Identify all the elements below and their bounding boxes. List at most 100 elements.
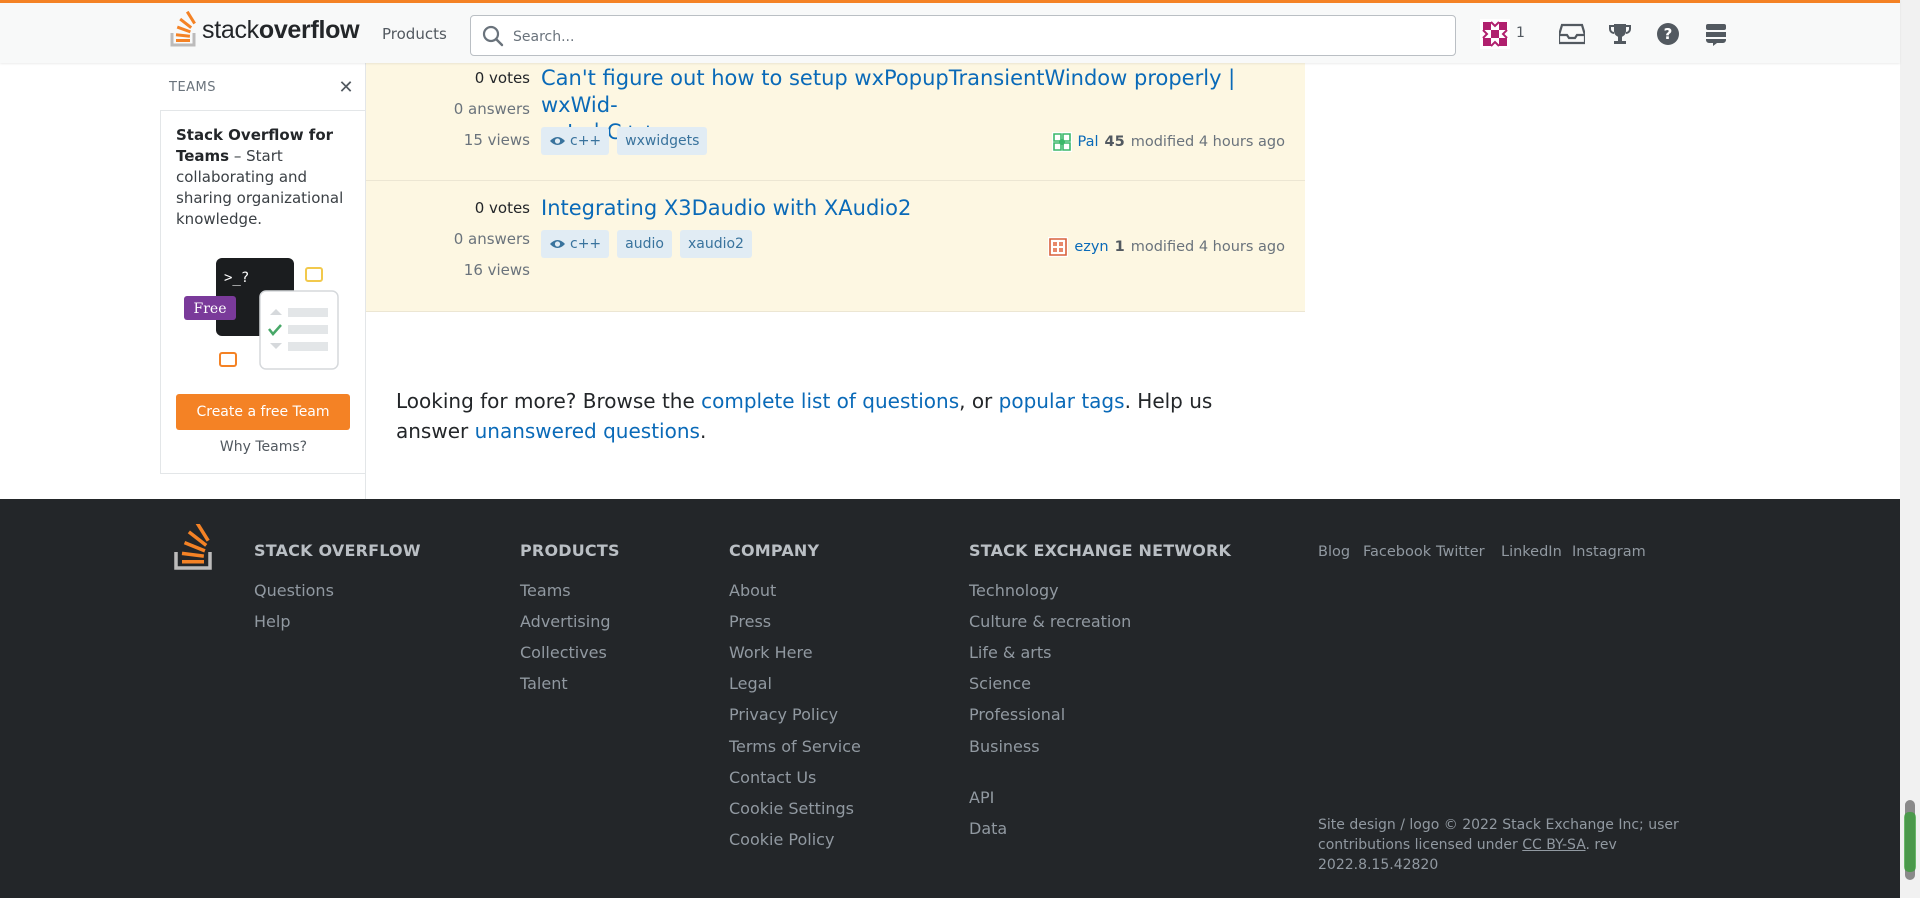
- footer-col-title[interactable]: STACK OVERFLOW: [254, 541, 421, 560]
- teams-heading: TEAMS: [169, 80, 217, 95]
- inbox-icon-glyph: [1559, 23, 1585, 45]
- looking-for-more: Looking for more? Browse the complete li…: [396, 386, 1276, 446]
- footer-link[interactable]: Terms of Service: [729, 737, 861, 756]
- create-free-team-button[interactable]: Create a free Team: [176, 394, 350, 430]
- user-name-link[interactable]: ezyn: [1074, 239, 1108, 255]
- complete-questions-link[interactable]: complete list of questions: [701, 389, 959, 413]
- watched-eye-icon: [550, 240, 565, 248]
- footer-link[interactable]: Science: [969, 674, 1031, 693]
- footer-logo-icon[interactable]: [173, 524, 215, 572]
- tag-label: c++: [570, 236, 602, 252]
- question-tags: c++ audio xaudio2: [541, 230, 752, 258]
- page-scrollbar[interactable]: [1900, 0, 1920, 898]
- tag-xaudio2[interactable]: xaudio2: [679, 230, 752, 258]
- scrollbar-thumb-highlight: [1904, 812, 1916, 872]
- footer-link[interactable]: Collectives: [520, 643, 607, 662]
- footer-link[interactable]: Advertising: [520, 612, 611, 631]
- stackoverflow-logo[interactable]: stackoverflow: [168, 11, 360, 49]
- footer-link[interactable]: Life & arts: [969, 643, 1051, 662]
- footer-social-link[interactable]: LinkedIn: [1501, 544, 1562, 560]
- vote-count: 0 votes: [474, 69, 530, 87]
- teams-promo-card: Stack Overflow for Teams – Start collabo…: [160, 110, 365, 474]
- tag-audio[interactable]: audio: [617, 230, 672, 258]
- activity-time[interactable]: modified 4 hours ago: [1131, 239, 1285, 255]
- footer-link[interactable]: Data: [969, 819, 1007, 838]
- teams-illustration: >_? Free: [184, 258, 339, 370]
- footer-link[interactable]: Teams: [520, 581, 571, 600]
- logo-text: stackoverflow: [202, 15, 360, 44]
- footer-link[interactable]: Contact Us: [729, 768, 816, 787]
- close-icon[interactable]: ✕: [336, 78, 356, 98]
- question-title-link[interactable]: Integrating X3Daudio with XAudio2: [541, 195, 1261, 222]
- copyright-line: Site design / logo © 2022 Stack Exchange…: [1318, 817, 1679, 833]
- search-input[interactable]: [511, 16, 1445, 57]
- inbox-icon[interactable]: [1557, 19, 1587, 49]
- footer-social-link[interactable]: Twitter: [1436, 544, 1485, 560]
- products-nav-link[interactable]: Products: [382, 25, 447, 43]
- svg-text:?: ?: [1664, 25, 1673, 43]
- tag-cpp[interactable]: c++: [541, 127, 610, 155]
- view-count: 16 views: [463, 261, 530, 279]
- footer-link[interactable]: Business: [969, 737, 1040, 756]
- activity-time[interactable]: modified 4 hours ago: [1131, 134, 1285, 150]
- teams-promo-text: Stack Overflow for Teams – Start collabo…: [176, 125, 354, 230]
- view-count: 15 views: [463, 131, 530, 149]
- tag-label: c++: [570, 133, 602, 149]
- footer-link[interactable]: Talent: [520, 674, 568, 693]
- footer-link[interactable]: Press: [729, 612, 771, 631]
- user-avatar-icon[interactable]: [1048, 237, 1069, 257]
- question-user-card: ezyn 1 modified 4 hours ago: [1048, 237, 1285, 257]
- trophy-icon: [1609, 24, 1631, 44]
- user-reputation: 1: [1114, 239, 1125, 255]
- user-avatar[interactable]: [1480, 19, 1510, 49]
- footer-link[interactable]: Work Here: [729, 643, 813, 662]
- footer-social-link[interactable]: Instagram: [1572, 544, 1646, 560]
- footer-col-title[interactable]: STACK EXCHANGE NETWORK: [969, 541, 1231, 560]
- unanswered-questions-link[interactable]: unanswered questions: [475, 419, 700, 443]
- site-footer: STACK OVERFLOW Questions Help PRODUCTS T…: [0, 499, 1900, 898]
- footer-link[interactable]: Technology: [969, 581, 1059, 600]
- question-circle-icon: ?: [1657, 23, 1679, 45]
- watched-eye-icon: [550, 137, 565, 145]
- footer-col-title[interactable]: COMPANY: [729, 541, 819, 560]
- stack-exchange-icon: [1706, 24, 1726, 46]
- license-link[interactable]: CC BY-SA: [1522, 837, 1585, 853]
- search-icon: [482, 25, 504, 47]
- more-text: .: [699, 419, 707, 443]
- footer-col-title[interactable]: PRODUCTS: [520, 541, 620, 560]
- answer-count: 0 answers: [453, 100, 530, 118]
- copyright-text: contributions licensed under: [1318, 837, 1523, 853]
- footer-social-link[interactable]: Facebook: [1363, 544, 1431, 560]
- tag-wxwidgets[interactable]: wxwidgets: [617, 127, 708, 155]
- answer-count: 0 answers: [453, 230, 530, 248]
- footer-link[interactable]: Privacy Policy: [729, 705, 838, 724]
- why-teams-link[interactable]: Why Teams?: [161, 439, 366, 455]
- question-user-card: Pal 45 modified 4 hours ago: [1051, 132, 1285, 152]
- more-text: Looking for more? Browse the: [396, 389, 702, 413]
- user-avatar-icon[interactable]: [1051, 132, 1072, 152]
- question-title-line: Can't figure out how to setup wxPopupTra…: [541, 66, 1236, 117]
- footer-link[interactable]: Legal: [729, 674, 772, 693]
- achievements-icon[interactable]: [1605, 19, 1635, 49]
- question-stats: 0 votes 0 answers 16 views: [410, 193, 530, 286]
- footer-link[interactable]: Professional: [969, 705, 1065, 724]
- footer-link[interactable]: Cookie Settings: [729, 799, 854, 818]
- footer-link[interactable]: Help: [254, 612, 290, 631]
- footer-social-link[interactable]: Blog: [1318, 544, 1350, 560]
- terminal-prompt: >_?: [224, 270, 249, 286]
- question-title-line: Integrating X3Daudio with XAudio2: [541, 196, 912, 220]
- free-badge-label: Free: [194, 301, 227, 317]
- footer-link[interactable]: About: [729, 581, 776, 600]
- popular-tags-link[interactable]: popular tags: [999, 389, 1125, 413]
- question-summary: 0 votes 0 answers 15 views Can't figure …: [366, 63, 1305, 181]
- user-name-link[interactable]: Pal: [1078, 134, 1099, 150]
- footer-link[interactable]: API: [969, 788, 994, 807]
- help-icon[interactable]: ?: [1653, 19, 1683, 49]
- tag-cpp[interactable]: c++: [541, 230, 610, 258]
- footer-link[interactable]: Cookie Policy: [729, 830, 834, 849]
- footer-link[interactable]: Questions: [254, 581, 334, 600]
- footer-copyright: Site design / logo © 2022 Stack Exchange…: [1318, 815, 1738, 875]
- search-box[interactable]: [470, 15, 1456, 57]
- site-switcher-icon[interactable]: [1701, 19, 1731, 49]
- footer-link[interactable]: Culture & recreation: [969, 612, 1131, 631]
